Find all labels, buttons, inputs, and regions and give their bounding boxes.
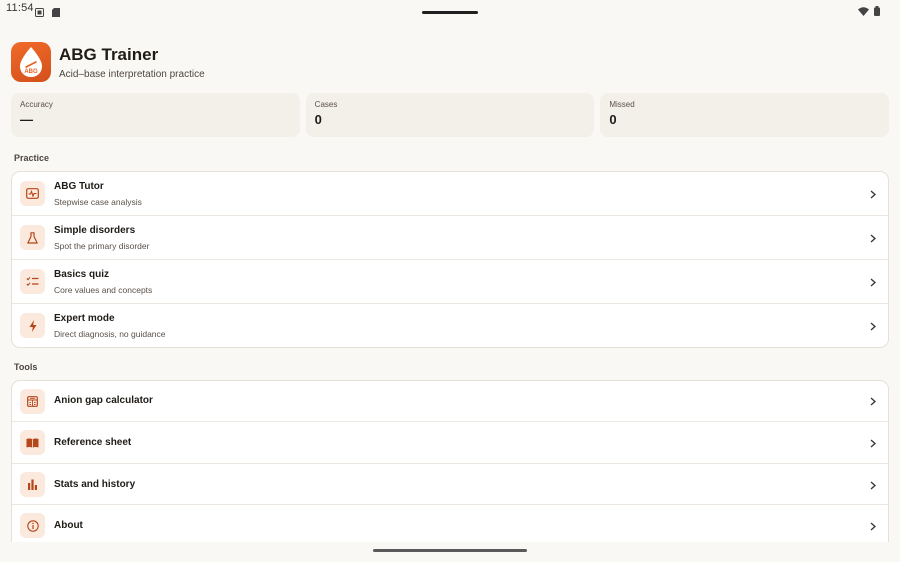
tools-item-about[interactable]: About — [12, 505, 888, 542]
item-title: Reference sheet — [54, 437, 132, 448]
chevron-right-icon — [868, 396, 878, 406]
book-icon — [20, 430, 45, 455]
app-subtitle: Acid–base interpretation practice — [59, 69, 205, 80]
battery-icon — [874, 3, 880, 21]
section-label-practice: Practice — [14, 153, 50, 163]
chevron-right-icon — [868, 321, 878, 331]
info-icon — [20, 513, 45, 538]
item-subtitle: Core values and concepts — [54, 285, 153, 295]
app-title: ABG Trainer — [59, 45, 159, 64]
practice-item-expert-mode[interactable]: Expert mode Direct diagnosis, no guidanc… — [12, 304, 888, 347]
item-title: Basics quiz — [54, 269, 110, 280]
stat-value: 0 — [609, 112, 617, 127]
bar-chart-icon — [20, 472, 45, 497]
item-title: ABG Tutor — [54, 181, 104, 192]
item-title: Anion gap calculator — [54, 395, 153, 406]
stats-row: Accuracy — Cases 0 Missed 0 — [11, 93, 890, 137]
item-title: About — [54, 520, 83, 531]
status-bar: 11:54 — [0, 0, 900, 18]
stat-cases: Cases 0 — [305, 93, 595, 137]
item-subtitle: Spot the primary disorder — [54, 241, 150, 251]
tools-item-stats-and-history[interactable]: Stats and history — [12, 464, 888, 505]
item-title: Stats and history — [54, 479, 136, 490]
monitor-waveform-icon — [20, 181, 45, 206]
stat-label: Missed — [609, 100, 635, 109]
flask-icon — [20, 225, 45, 250]
stat-missed: Missed 0 — [600, 93, 890, 137]
item-title: Expert mode — [54, 313, 115, 324]
sd-card-icon — [52, 4, 60, 22]
chevron-right-icon — [868, 480, 878, 490]
practice-item-basics-quiz[interactable]: Basics quiz Core values and concepts — [12, 260, 888, 304]
svg-text:ABG: ABG — [24, 69, 38, 75]
chevron-right-icon — [868, 438, 878, 448]
stat-accuracy: Accuracy — — [11, 93, 300, 137]
practice-item-abg-tutor[interactable]: ABG Tutor Stepwise case analysis — [12, 172, 888, 216]
practice-item-simple-disorders[interactable]: Simple disorders Spot the primary disord… — [12, 216, 888, 260]
app-logo-icon: ABG — [11, 42, 51, 82]
stat-value: — — [20, 112, 33, 127]
item-subtitle: Direct diagnosis, no guidance — [54, 329, 166, 339]
checklist-icon — [20, 269, 45, 294]
app-header: ABG — [11, 42, 51, 82]
item-subtitle: Stepwise case analysis — [54, 197, 142, 207]
bolt-icon — [20, 313, 45, 338]
camera-notch — [422, 11, 478, 14]
stat-label: Cases — [314, 100, 338, 109]
tools-item-anion-gap-calculator[interactable]: Anion gap calculator — [12, 381, 888, 422]
chevron-right-icon — [868, 521, 878, 531]
status-time: 11:54 — [6, 2, 34, 14]
stat-value: 0 — [314, 112, 322, 127]
wifi-icon — [858, 3, 869, 21]
stat-label: Accuracy — [20, 100, 53, 109]
chevron-right-icon — [868, 233, 878, 243]
tools-item-reference-sheet[interactable]: Reference sheet — [12, 422, 888, 464]
tools-list: Anion gap calculator Reference sheet Sta… — [11, 380, 889, 542]
home-gesture-bar[interactable] — [373, 549, 527, 552]
practice-list: ABG Tutor Stepwise case analysis Simple … — [11, 171, 889, 348]
chevron-right-icon — [868, 277, 878, 287]
section-label-tools: Tools — [14, 362, 38, 372]
notification-icon — [35, 4, 44, 22]
item-title: Simple disorders — [54, 225, 136, 236]
calculator-icon — [20, 389, 45, 414]
chevron-right-icon — [868, 189, 878, 199]
